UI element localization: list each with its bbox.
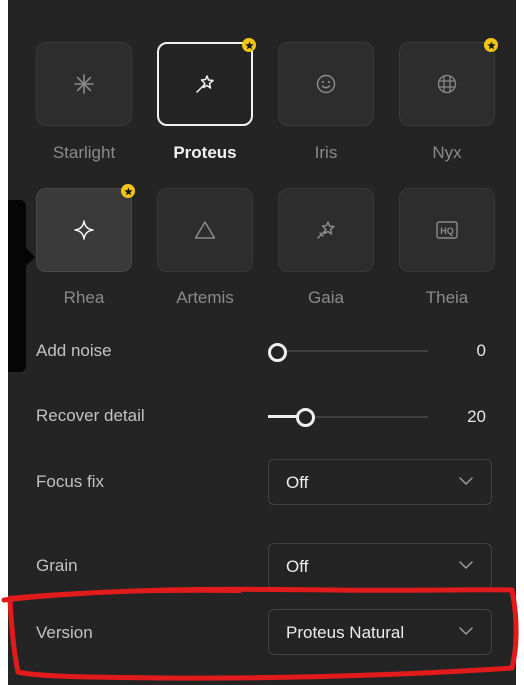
focus-fix-dropdown-value: Off	[286, 473, 309, 492]
hq-icon: HQ	[436, 221, 458, 239]
grain-dropdown[interactable]: Off	[268, 543, 492, 589]
model-tile-proteus[interactable]	[157, 42, 253, 126]
model-tile-rhea[interactable]	[36, 188, 132, 272]
model-tile-starlight[interactable]	[36, 42, 132, 126]
recover-detail-label: Recover detail	[36, 406, 145, 425]
focus-fix-dropdown[interactable]: Off	[268, 459, 492, 505]
sparkle-icon	[74, 220, 94, 240]
model-label-artemis: Artemis	[176, 288, 234, 307]
version-dropdown-value: Proteus Natural	[286, 623, 405, 642]
grain-label: Grain	[36, 556, 78, 575]
model-tile-theia[interactable]: HQ	[399, 188, 495, 272]
magic-wand-icon	[196, 75, 214, 93]
add-noise-value: 0	[476, 341, 486, 360]
recover-detail-slider-thumb[interactable]	[296, 408, 315, 427]
chevron-down-icon	[459, 477, 473, 485]
side-collapse-tab[interactable]	[8, 200, 26, 372]
add-noise-slider-track[interactable]	[268, 350, 428, 352]
model-tile-artemis[interactable]	[157, 188, 253, 272]
side-tab-arrow-icon[interactable]	[26, 248, 35, 266]
model-label-nyx: Nyx	[432, 143, 462, 162]
model-label-theia: Theia	[425, 288, 469, 307]
chevron-down-icon	[459, 627, 473, 635]
svg-text:HQ: HQ	[440, 226, 454, 236]
asterisk-icon	[74, 74, 94, 94]
add-noise-label: Add noise	[36, 341, 112, 360]
add-noise-slider-thumb[interactable]	[268, 343, 287, 362]
focus-fix-label: Focus fix	[36, 472, 105, 491]
model-label-rhea: Rhea	[63, 288, 105, 307]
model-label-starlight: Starlight	[52, 143, 116, 162]
grid-globe-icon	[437, 74, 457, 94]
model-label-iris: Iris	[314, 143, 338, 162]
model-label-proteus: Proteus	[173, 143, 237, 162]
version-label: Version	[36, 623, 93, 642]
model-tile-nyx[interactable]	[399, 42, 495, 126]
model-tile-gaia[interactable]	[278, 188, 374, 272]
grain-dropdown-value: Off	[286, 557, 309, 576]
recover-detail-value: 20	[467, 407, 486, 426]
smiley-face-icon	[316, 74, 336, 94]
magic-wand-icon	[317, 221, 335, 239]
chevron-down-icon	[459, 561, 473, 569]
premium-star-icon	[484, 38, 498, 52]
triangle-icon	[194, 221, 216, 239]
premium-star-icon	[242, 38, 256, 52]
model-label-gaia: Gaia	[308, 288, 344, 307]
model-tile-iris[interactable]	[278, 42, 374, 126]
version-dropdown[interactable]: Proteus Natural	[268, 609, 492, 655]
premium-star-icon	[121, 184, 135, 198]
